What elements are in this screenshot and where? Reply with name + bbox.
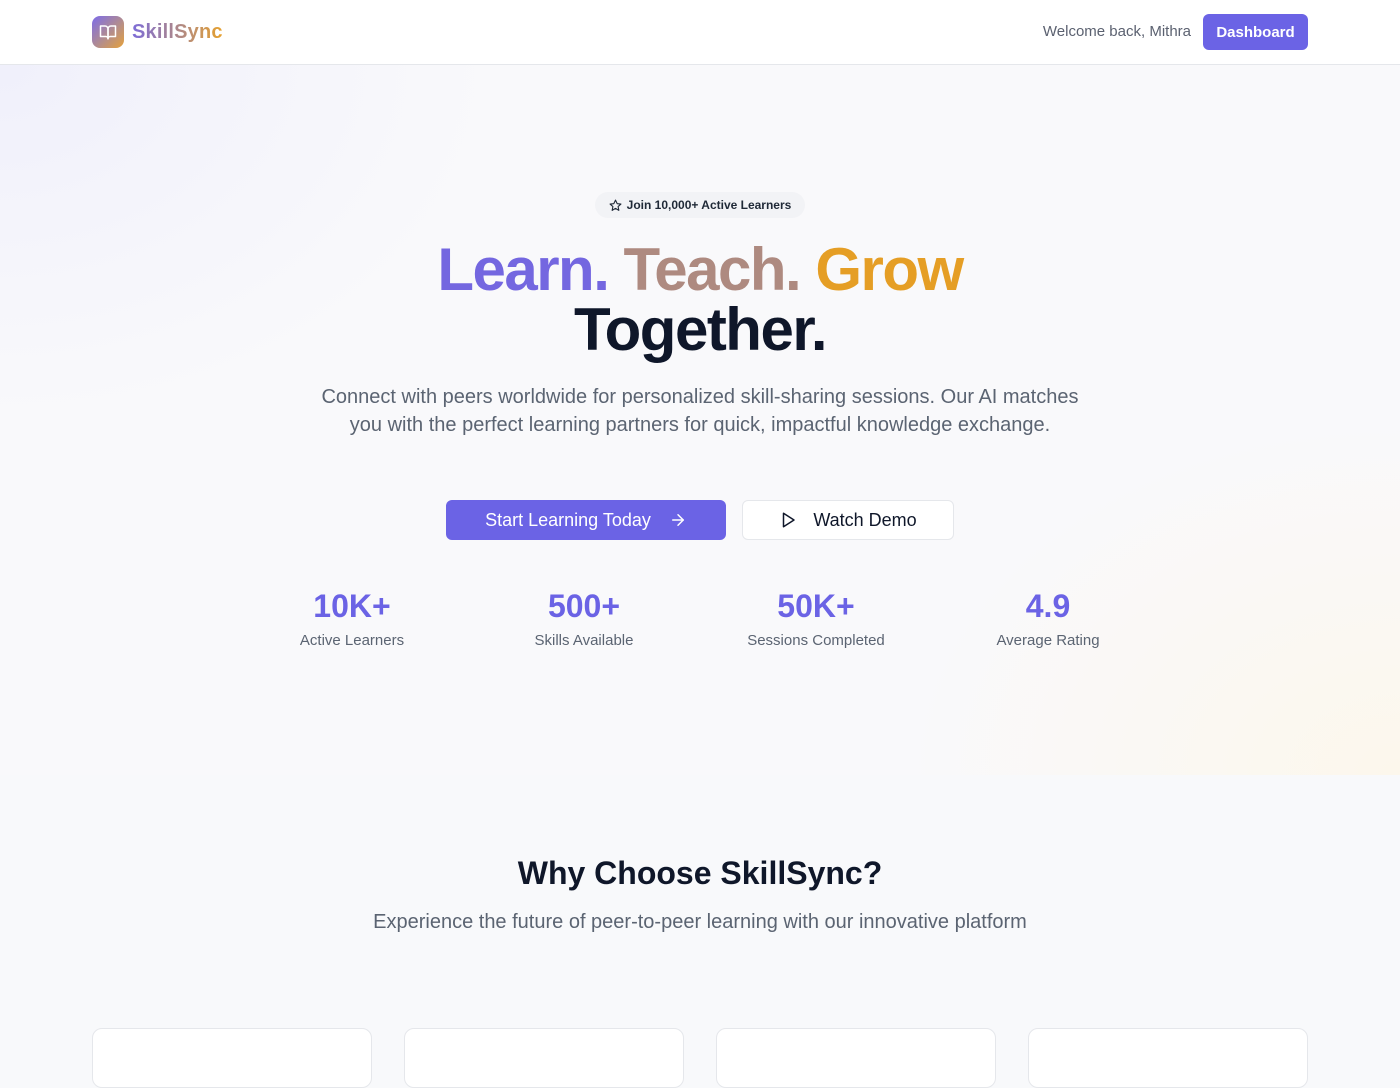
hero-section: Join 10,000+ Active Learners Learn. Teac…: [0, 65, 1400, 775]
dashboard-button[interactable]: Dashboard: [1203, 14, 1308, 50]
play-icon: [783, 512, 796, 528]
headline-teach: Teach.: [623, 236, 802, 303]
stat-label: Sessions Completed: [747, 632, 885, 649]
stat-value: 10K+: [313, 588, 391, 624]
arrow-right-icon: [671, 514, 684, 526]
stat-value: 50K+: [777, 588, 855, 624]
book-open-icon: [92, 16, 124, 48]
welcome-text: Welcome back, Mithra: [1042, 23, 1191, 40]
stat-sessions-completed: 50K+ Sessions Completed: [700, 588, 932, 649]
feature-card: [716, 1028, 996, 1088]
watch-demo-label: Watch Demo: [813, 509, 917, 530]
start-learning-label: Start Learning Today: [485, 509, 651, 530]
stat-label: Average Rating: [996, 632, 1100, 649]
top-nav: SkillSync Welcome back, Mithra Dashboard: [0, 0, 1400, 65]
watch-demo-button[interactable]: Watch Demo: [742, 500, 954, 540]
stat-value: 500+: [547, 588, 621, 624]
features-title: Why Choose SkillSync?: [517, 855, 883, 891]
hero-subtitle: Connect with peers worldwide for persona…: [321, 386, 1079, 436]
headline-together: Together.: [573, 296, 828, 363]
stat-average-rating: 4.9 Average Rating: [932, 588, 1164, 649]
stat-label: Active Learners: [299, 632, 405, 649]
start-learning-button[interactable]: Start Learning Today: [446, 500, 726, 540]
feature-card: [92, 1028, 372, 1088]
stat-label: Skills Available: [534, 632, 634, 649]
stat-active-learners: 10K+ Active Learners: [236, 588, 468, 649]
star-icon: [609, 199, 622, 211]
brand-name: SkillSync: [132, 20, 223, 43]
stat-value: 4.9: [1025, 588, 1071, 624]
features-subtitle: Experience the future of peer-to-peer le…: [373, 911, 1027, 933]
hero-headline: Learn. Teach. Grow: [0, 240, 1400, 300]
active-learners-badge: Join 10,000+ Active Learners: [595, 192, 805, 218]
brand-logo[interactable]: SkillSync: [92, 16, 223, 48]
headline-learn: Learn.: [437, 236, 610, 303]
badge-text: Join 10,000+ Active Learners: [626, 198, 792, 212]
feature-card: [404, 1028, 684, 1088]
stat-skills-available: 500+ Skills Available: [468, 588, 700, 649]
feature-card: [1028, 1028, 1308, 1088]
headline-grow: Grow: [815, 236, 964, 303]
